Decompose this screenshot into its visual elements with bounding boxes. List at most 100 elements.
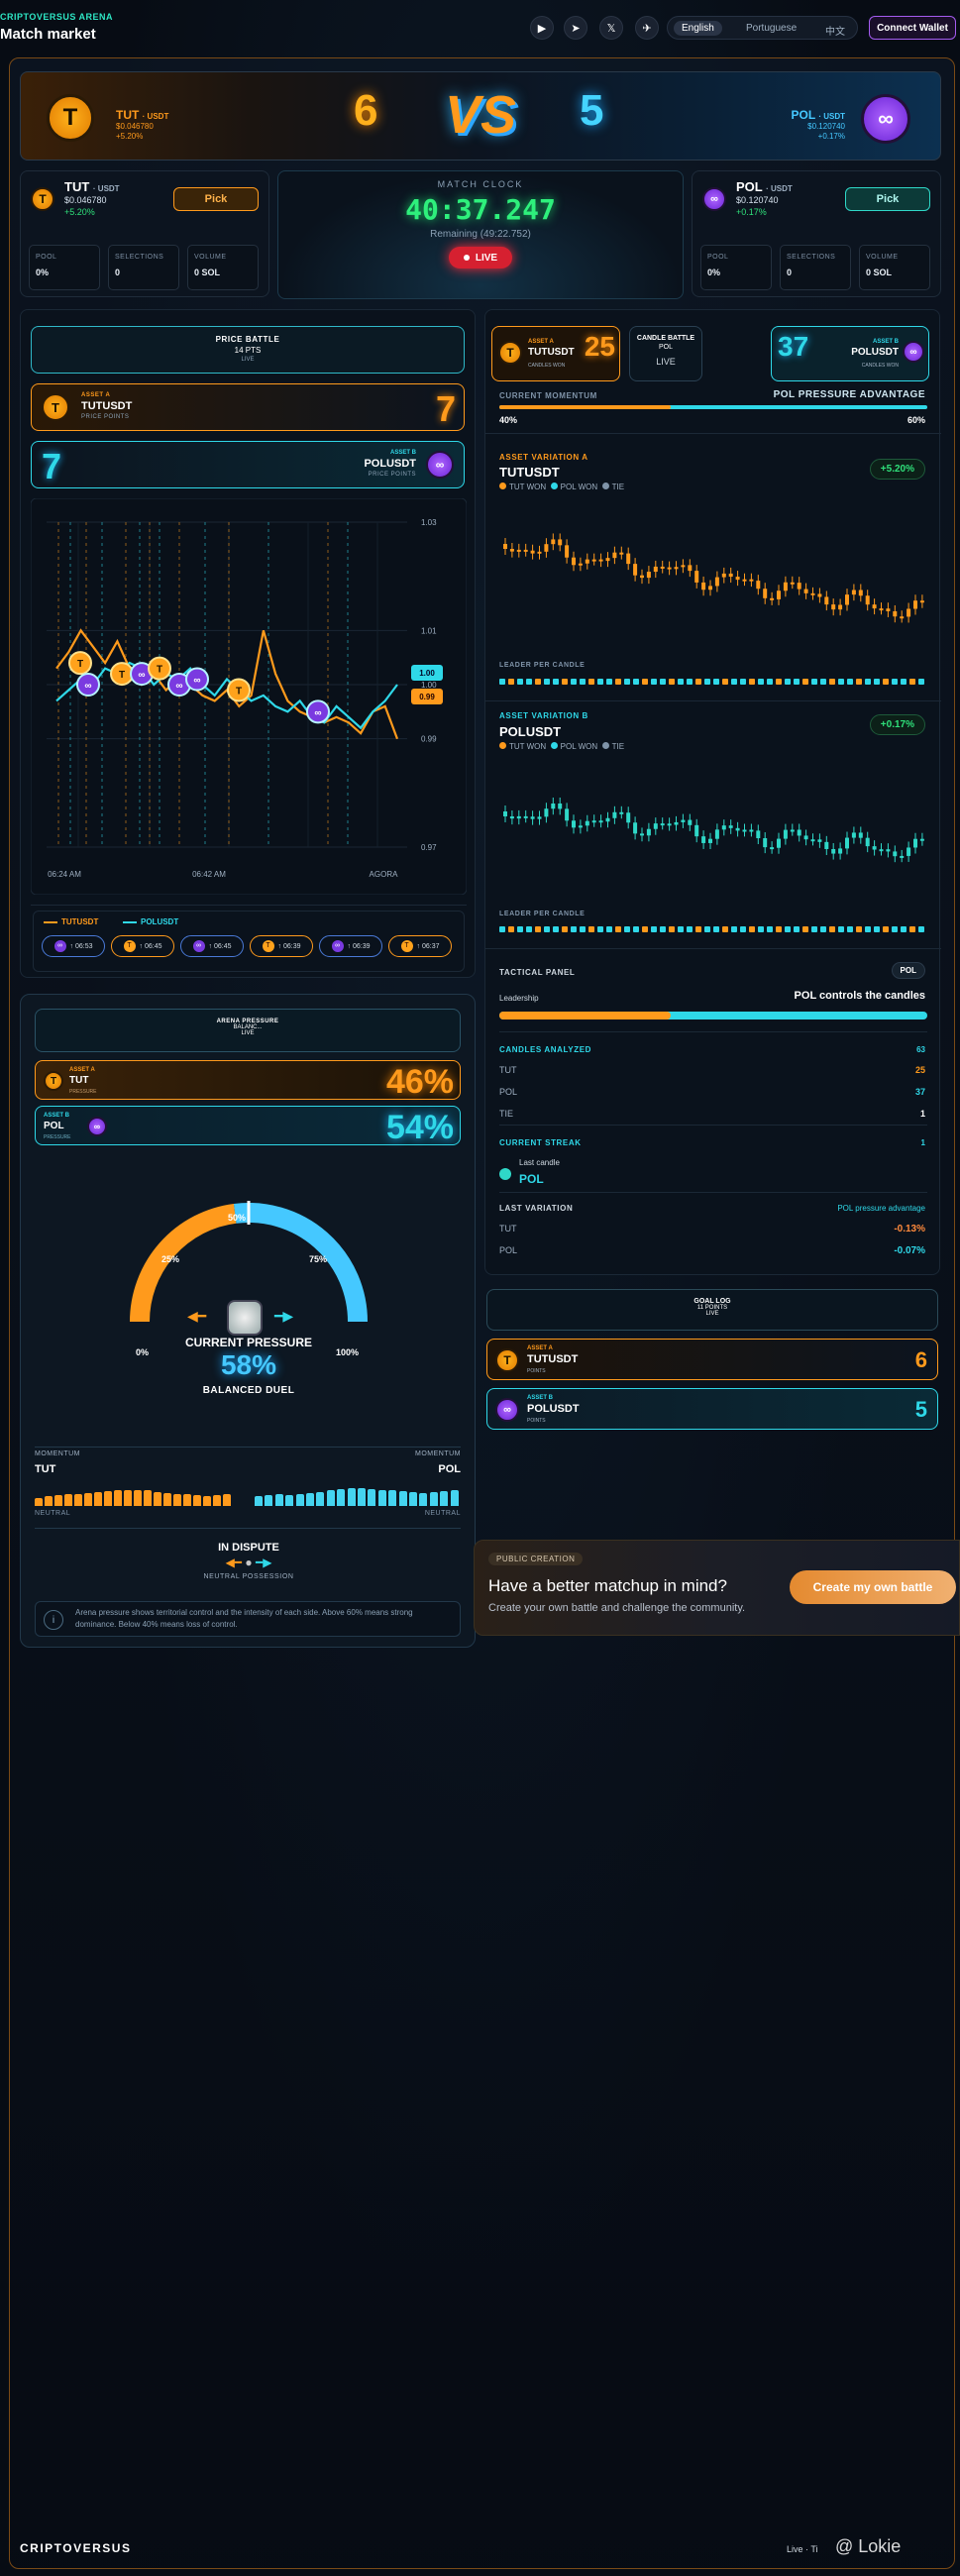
leader-row-b — [499, 926, 927, 932]
goal-chip[interactable]: ∞ ↑ 06:45 — [180, 935, 244, 957]
candle-body — [900, 616, 905, 619]
leader-candle-dot — [865, 679, 871, 685]
last-candle-label: Last candle — [519, 1158, 560, 1167]
create-battle-button[interactable]: Create my own battle — [790, 1570, 956, 1604]
momentum-b: POL — [438, 1463, 461, 1475]
leadership-label: Leadership — [499, 994, 539, 1003]
momentum-bar-a — [223, 1494, 231, 1506]
variation-b-label: ASSET VARIATION B — [499, 711, 588, 720]
candle-body — [756, 581, 761, 590]
divider — [35, 1447, 461, 1448]
candle-body — [653, 823, 658, 829]
candle-body — [537, 551, 542, 554]
vs-label: VS — [445, 85, 517, 145]
goal-marker-label: T — [119, 670, 125, 681]
price-battle-a-row: T ASSET A TUTUSDT PRICE POINTS 7 — [31, 383, 465, 431]
goal-chip[interactable]: ∞ ↑ 06:39 — [319, 935, 382, 957]
candle-body — [879, 849, 884, 852]
selections-b-stat: SELECTIONS 0 — [780, 245, 851, 290]
candle-b-score: 37 — [778, 331, 809, 362]
pick-b-button[interactable]: Pick — [845, 187, 930, 211]
variation-a-name: TUTUSDT — [499, 465, 560, 480]
candle-body — [694, 824, 699, 837]
candle-body — [708, 838, 712, 843]
vs-b-change: +0.17% — [817, 132, 845, 141]
leader-candle-dot — [606, 926, 612, 932]
leader-candle-dot — [892, 926, 898, 932]
x-icon[interactable]: 𝕏 — [599, 16, 623, 40]
candle-body — [530, 550, 535, 554]
page: CRIPTOVERSUS ARENA Match market ▶ ➤ 𝕏 ✈ … — [0, 0, 960, 2576]
momentum-bar-b — [265, 1495, 273, 1506]
asset-tag: ASSET A — [69, 1067, 95, 1073]
y-tick-label: 0.99 — [421, 735, 437, 744]
candle-body — [865, 837, 870, 847]
lang-chinese[interactable]: 中文 — [817, 21, 853, 40]
leader-candle-dot — [865, 926, 871, 932]
candle-body — [544, 808, 549, 817]
leader-candle-dot — [615, 926, 621, 932]
candle-body — [824, 596, 829, 605]
candle-body — [810, 839, 815, 842]
goal-chip[interactable]: T ↑ 06:39 — [250, 935, 313, 957]
asset-b-change: +0.17% — [736, 207, 767, 217]
candle-body — [605, 817, 610, 822]
leader-candle-dot — [651, 926, 657, 932]
goal-chip[interactable]: ∞ ↑ 06:53 — [42, 935, 105, 957]
youtube-icon[interactable]: ▶ — [530, 16, 554, 40]
goal-chip[interactable]: T ↑ 06:37 — [388, 935, 452, 957]
y-tick-label: 0.97 — [421, 843, 437, 852]
leader-candle-dot — [544, 926, 550, 932]
send-icon[interactable]: ➤ — [564, 16, 587, 40]
momentum-bar-b — [368, 1489, 376, 1506]
telegram-icon[interactable]: ✈ — [635, 16, 659, 40]
current-pressure-value: 58% — [220, 1349, 277, 1380]
candle-body — [694, 571, 699, 583]
candle-body — [572, 557, 576, 566]
goal-chip[interactable]: T ↑ 06:45 — [111, 935, 174, 957]
vs-b-price: $0.120740 — [807, 122, 845, 131]
variation-b-legend: TUT WON POL WON TIE — [499, 742, 624, 751]
candle-body — [701, 582, 706, 590]
goal-marker-label: ∞ — [314, 707, 321, 718]
candle-body — [756, 830, 761, 839]
candle-body — [537, 816, 542, 819]
leader-candle-dot — [794, 679, 800, 685]
x-tick-label: 06:42 AM — [192, 870, 226, 879]
lang-portuguese[interactable]: Portuguese — [738, 21, 804, 36]
last-variation-tag: POL pressure advantage — [837, 1204, 925, 1213]
leader-candle-dot — [651, 679, 657, 685]
candle-body — [845, 594, 849, 605]
candle-body — [770, 847, 775, 850]
candle-body — [565, 545, 570, 558]
leader-candle-dot — [883, 679, 889, 685]
leader-candle-dot — [901, 926, 907, 932]
asset-tag: ASSET B — [389, 450, 416, 456]
momentum-right-label: MOMENTUM — [415, 1450, 461, 1457]
candle-body — [598, 820, 603, 823]
momentum-bar-a — [84, 1493, 92, 1506]
candle-chart-a — [503, 533, 924, 623]
leader-candle-dot — [687, 926, 693, 932]
candle-body — [797, 829, 801, 836]
pick-a-button[interactable]: Pick — [173, 187, 259, 211]
lang-english[interactable]: English — [674, 21, 722, 36]
leader-candle-dot — [588, 926, 594, 932]
momentum-bar-b — [388, 1490, 397, 1506]
legend-pol: POLUSDT — [123, 917, 178, 926]
candle-body — [858, 590, 863, 596]
arrow-right-icon: ━▶ — [274, 1308, 294, 1324]
candle-body — [858, 832, 863, 838]
price-b-score: 7 — [42, 446, 62, 486]
momentum-bar-b — [440, 1491, 449, 1506]
vs-a-symbol: TUT · USDT — [116, 108, 169, 122]
asset-sub: POINTS — [527, 1368, 546, 1374]
tut-row-label: TUT — [499, 1065, 517, 1075]
asset-tag: ASSET B — [44, 1113, 70, 1119]
leader-candle-dot — [499, 926, 505, 932]
goal-log-header: GOAL LOG 11 POINTS LIVE — [486, 1289, 938, 1331]
candle-body — [708, 586, 712, 590]
selections-a-stat: SELECTIONS 0 — [108, 245, 179, 290]
connect-wallet-button[interactable]: Connect Wallet — [869, 16, 956, 40]
pressure-note: i Arena pressure shows territorial contr… — [35, 1601, 461, 1637]
